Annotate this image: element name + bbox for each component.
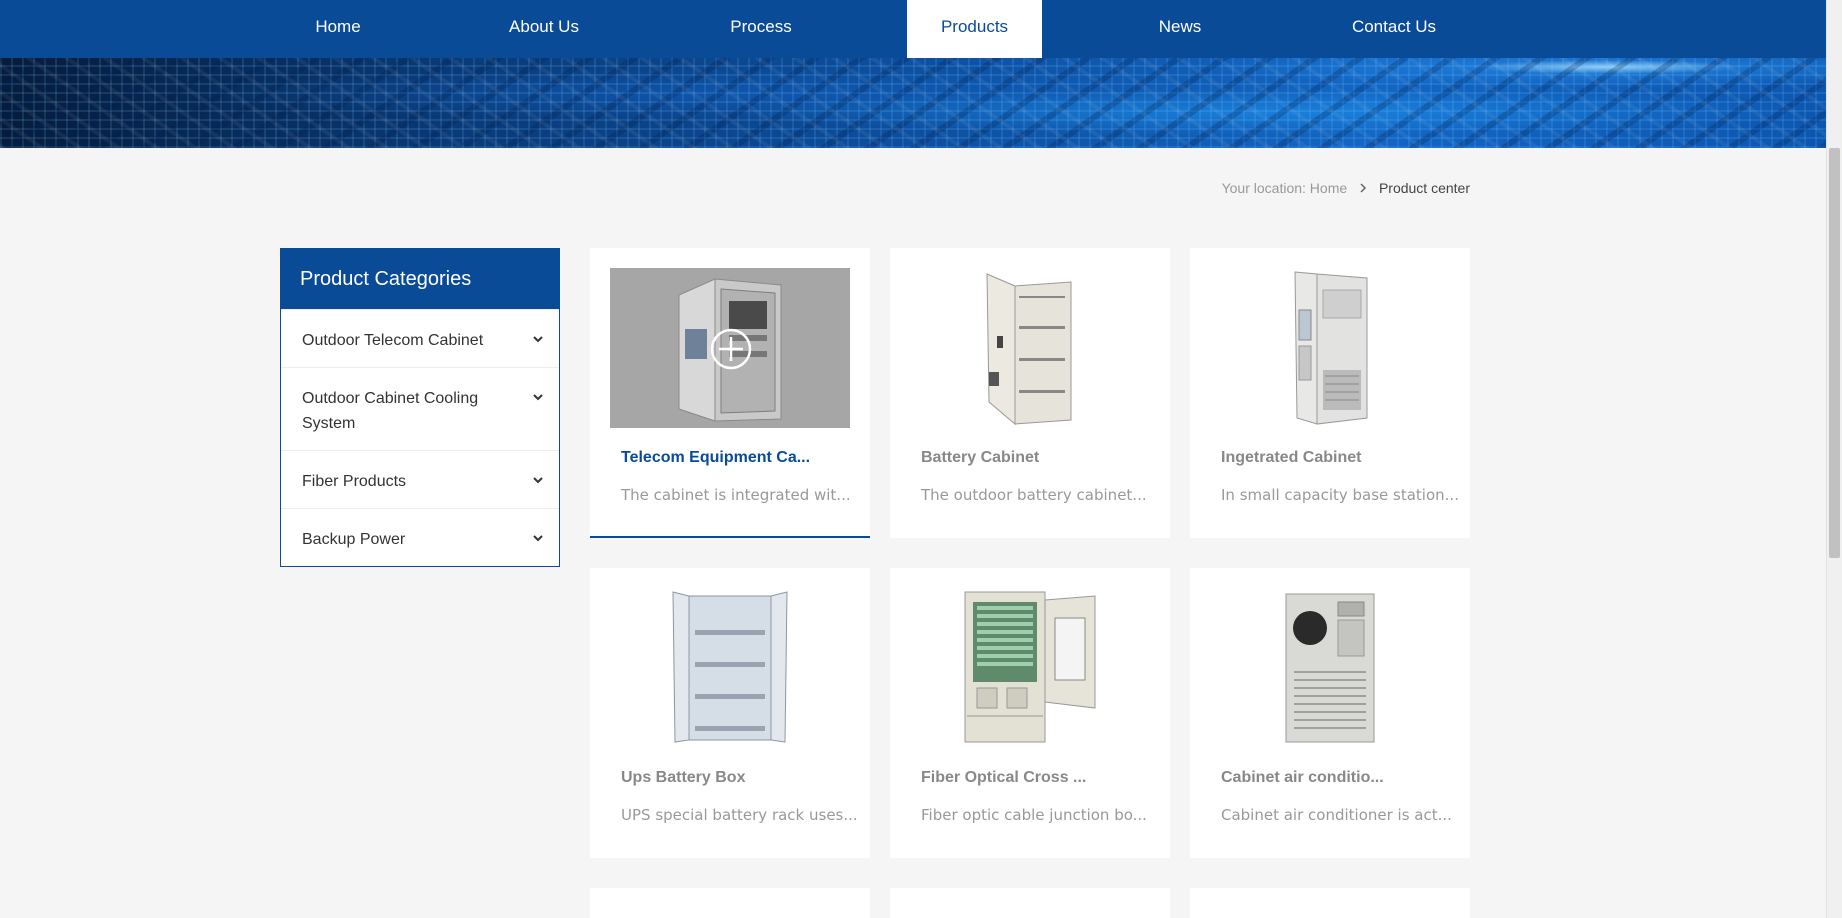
product-title[interactable]: Ingetrated Cabinet xyxy=(1221,449,1361,467)
category-label: Backup Power xyxy=(302,531,406,548)
nav-process[interactable]: Process xyxy=(716,0,806,58)
cabinet-air-conditioner-image[interactable] xyxy=(1210,588,1450,748)
vertical-scrollbar[interactable] xyxy=(1826,0,1842,918)
nav-home[interactable]: Home xyxy=(293,0,383,58)
chevron-right-icon xyxy=(1359,180,1367,196)
hero-banner xyxy=(0,58,1826,148)
breadcrumb-home-link[interactable]: Home xyxy=(1310,180,1347,196)
product-description: Fiber optic cable junction bo... xyxy=(921,806,1147,824)
category-label: Fiber Products xyxy=(302,473,407,490)
chevron-down-icon[interactable] xyxy=(529,471,547,489)
product-title[interactable]: Battery Cabinet xyxy=(921,449,1039,467)
breadcrumb-current: Product center xyxy=(1378,180,1470,196)
product-card-row3-2[interactable] xyxy=(890,888,1170,918)
chevron-down-icon[interactable] xyxy=(529,330,547,348)
product-card-ups-battery-box[interactable]: Ups Battery Box UPS special battery rack… xyxy=(590,568,870,858)
category-outdoor-cabinet-cooling-system[interactable]: Outdoor Cabinet Cooling System xyxy=(281,367,559,450)
category-backup-power[interactable]: Backup Power xyxy=(281,508,559,566)
category-label: Outdoor Cabinet Cooling System xyxy=(302,390,479,432)
sidebar-title: Product Categories xyxy=(281,249,559,309)
product-title[interactable]: Fiber Optical Cross ... xyxy=(921,769,1086,787)
product-description: In small capacity base station... xyxy=(1221,486,1459,504)
product-title[interactable]: Cabinet air conditio... xyxy=(1221,769,1384,787)
product-description: The cabinet is integrated wit... xyxy=(621,486,851,504)
category-fiber-products[interactable]: Fiber Products xyxy=(281,450,559,508)
nav-about-us[interactable]: About Us xyxy=(494,0,594,58)
product-card-integrated-cabinet[interactable]: Ingetrated Cabinet In small capacity bas… xyxy=(1190,248,1470,538)
nav-news[interactable]: News xyxy=(1135,0,1225,58)
battery-cabinet-image[interactable] xyxy=(910,268,1150,428)
category-outdoor-telecom-cabinet[interactable]: Outdoor Telecom Cabinet xyxy=(281,309,559,367)
breadcrumb-prefix: Your location: xyxy=(1221,180,1306,196)
product-card-fiber-optical-cross-cabinet[interactable]: Fiber Optical Cross ... Fiber optic cabl… xyxy=(890,568,1170,858)
ups-battery-box-image[interactable] xyxy=(610,588,850,748)
nav-products[interactable]: Products xyxy=(907,0,1042,58)
product-card-row3-1[interactable] xyxy=(590,888,870,918)
chevron-down-icon[interactable] xyxy=(529,529,547,547)
nav-contact-us[interactable]: Contact Us xyxy=(1336,0,1452,58)
product-categories-sidebar: Product Categories Outdoor Telecom Cabin… xyxy=(280,248,560,567)
top-navbar: Home About Us Process Products News Cont… xyxy=(0,0,1826,58)
fiber-cross-cabinet-image[interactable] xyxy=(910,588,1150,748)
plus-circle-icon[interactable] xyxy=(710,328,752,370)
scrollbar-thumb[interactable] xyxy=(1829,148,1840,558)
product-description: UPS special battery rack uses... xyxy=(621,806,858,824)
category-label: Outdoor Telecom Cabinet xyxy=(302,332,484,349)
product-description: The outdoor battery cabinet... xyxy=(921,486,1147,504)
integrated-cabinet-image[interactable] xyxy=(1210,268,1450,428)
breadcrumb: Your location: Home Product center xyxy=(1222,180,1470,196)
product-title[interactable]: Telecom Equipment Ca... xyxy=(621,449,810,467)
product-card-telecom-equipment-cabinet[interactable]: Telecom Equipment Ca... The cabinet is i… xyxy=(590,248,870,538)
telecom-cabinet-image[interactable] xyxy=(610,268,850,428)
product-description: Cabinet air conditioner is act... xyxy=(1221,806,1452,824)
product-card-battery-cabinet[interactable]: Battery Cabinet The outdoor battery cabi… xyxy=(890,248,1170,538)
product-card-row3-3[interactable] xyxy=(1190,888,1470,918)
product-card-cabinet-air-conditioner[interactable]: Cabinet air conditio... Cabinet air cond… xyxy=(1190,568,1470,858)
product-title[interactable]: Ups Battery Box xyxy=(621,769,745,787)
chevron-down-icon[interactable] xyxy=(529,388,547,406)
